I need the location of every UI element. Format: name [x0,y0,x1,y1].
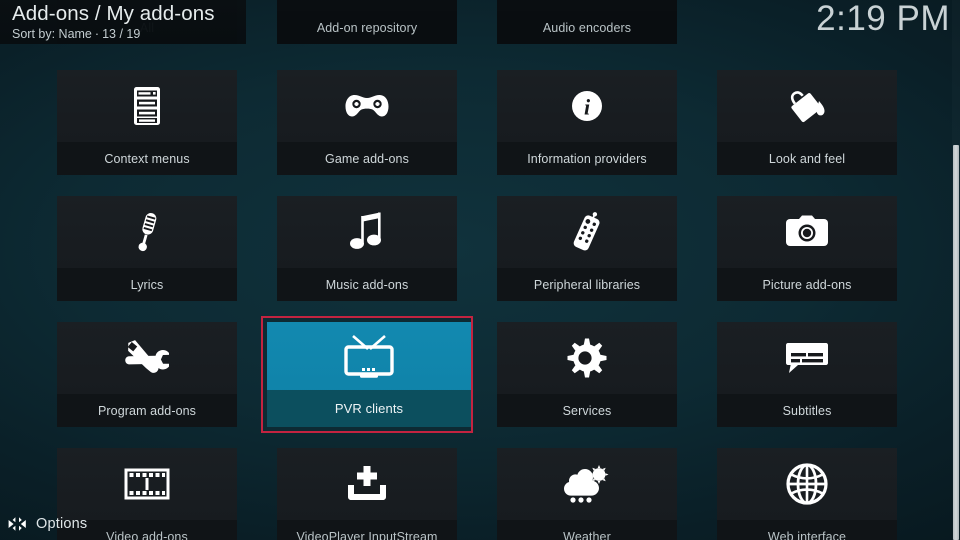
tile-label-text: Context menus [104,151,190,166]
addon-category-tile[interactable]: Peripheral libraries [497,196,677,301]
paint-bucket-icon [717,70,897,142]
film-strip-icon [57,448,237,520]
addon-category-tile[interactable]: Context menus [57,70,237,175]
info-circle-icon: i [497,70,677,142]
addon-category-tile[interactable]: Program add-ons [57,322,237,427]
tile-label-text: Program add-ons [97,403,197,418]
tile-label: Program add-ons [57,394,237,427]
addon-category-tile[interactable]: Audio encoders [497,0,677,44]
left-right-arrows-icon [8,516,27,532]
addon-category-tile[interactable]: Lyrics [57,196,237,301]
addon-category-tile[interactable]: Look and feel [717,70,897,175]
tile-label-text: Weather [563,529,611,540]
tile-label-text: Video add-ons [106,529,188,540]
tile-label-text: Music add-ons [325,277,409,292]
addon-category-tile[interactable]: Game add-ons [277,70,457,175]
addon-category-tile[interactable]: Picture add-ons [717,196,897,301]
vertical-scrollbar[interactable] [952,0,960,540]
kodi-addons-screen: AllAdd-on repositoryAudio encodersContex… [0,0,960,540]
clock: 2:19 PM [816,0,950,38]
header: Add-ons / My add-ons Sort by: Name · 13 / … [12,2,432,42]
addon-category-grid: AllAdd-on repositoryAudio encodersContex… [0,0,960,540]
tile-label: VideoPlayer InputStream [277,520,457,540]
hammer-wrench-icon [57,322,237,394]
addon-category-tile[interactable]: PVR clients [261,316,473,433]
television-icon [267,322,471,394]
tile-label-text: Game add-ons [325,151,409,166]
addon-category-tile[interactable]: Music add-ons [277,196,457,301]
globe-icon [717,448,897,520]
tile-label-text: Peripheral libraries [533,277,641,292]
options-label: Options [36,516,88,532]
microphone-icon [57,196,237,268]
tile-label: Picture add-ons [717,268,897,301]
tile-label: Services [497,394,677,427]
tile-label-text: Look and feel [768,151,846,166]
tile-label-text: Picture add-ons [762,277,852,292]
remote-control-icon [497,196,677,268]
tile-label-text: PVR clients [334,401,404,416]
tile-label-text: Information providers [527,151,647,166]
context-menu-list-icon [57,70,237,142]
svg-text:i: i [584,95,591,120]
scrollbar-thumb[interactable] [953,145,959,540]
tile-label-text: Audio encoders [542,20,632,35]
tile-label-text: Web interface [767,529,847,540]
tile-label-text: Lyrics [130,277,164,292]
item-count: 13 / 19 [102,27,141,41]
tile-label: Weather [497,520,677,540]
audio-encoder-icon [497,0,677,11]
sort-info: Sort by: Name · 13 / 19 [12,27,432,42]
tile-label-text: VideoPlayer InputStream [296,529,438,540]
tile-label: Lyrics [57,268,237,301]
camera-icon [717,196,897,268]
tile-label: Subtitles [717,394,897,427]
addon-category-tile[interactable]: i Information providers [497,70,677,175]
addon-category-tile[interactable]: Web interface [717,448,897,540]
music-note-icon [277,196,457,268]
tile-label: Game add-ons [277,142,457,175]
gamepad-icon [277,70,457,142]
tile-label: Peripheral libraries [497,268,677,301]
addon-category-tile[interactable]: Weather [497,448,677,540]
tile-label-text: Services [562,403,612,418]
tray-plus-icon [277,448,457,520]
tile-label: Music add-ons [277,268,457,301]
addon-category-tile[interactable]: Subtitles [717,322,897,427]
tile-label: Look and feel [717,142,897,175]
tile-label: PVR clients [267,390,471,427]
tile-label: Context menus [57,142,237,175]
addon-category-tile[interactable]: VideoPlayer InputStream [277,448,457,540]
subtitle-bubble-icon [717,322,897,394]
gear-icon [497,322,677,394]
tile-label-text: Subtitles [782,403,832,418]
tile-label: Information providers [497,142,677,175]
sort-by-label[interactable]: Sort by: Name [12,27,92,41]
sort-separator: · [94,27,100,41]
tile-label: Web interface [717,520,897,540]
tile-label: Audio encoders [497,11,677,44]
addon-category-tile[interactable]: Services [497,322,677,427]
options-button[interactable]: Options [8,516,87,532]
breadcrumb: Add-ons / My add-ons [12,2,215,25]
cloud-sun-rain-icon [497,448,677,520]
